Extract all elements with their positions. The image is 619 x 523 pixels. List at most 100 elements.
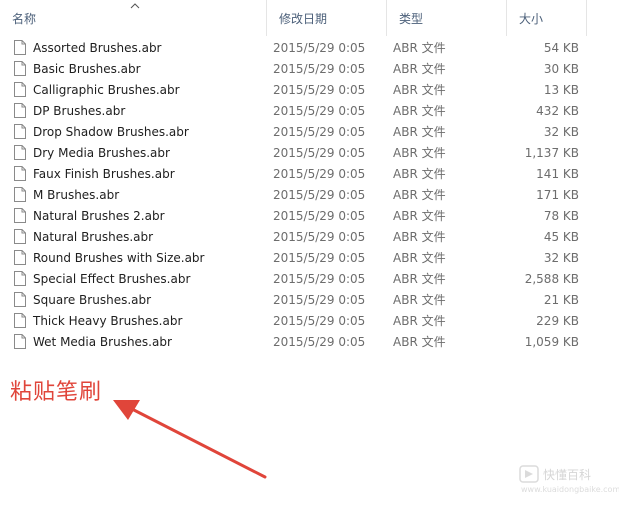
file-icon bbox=[14, 61, 26, 76]
file-row[interactable]: Natural Brushes 2.abr 2015/5/29 0:05 ABR 文… bbox=[0, 206, 590, 227]
arrowhead bbox=[113, 400, 140, 420]
column-header-type[interactable]: 类型 bbox=[386, 0, 506, 36]
file-size: 45 KB bbox=[543, 230, 579, 244]
file-size: 229 KB bbox=[536, 314, 579, 328]
file-type: ABR 文件 bbox=[393, 293, 446, 307]
file-row[interactable]: Basic Brushes.abr 2015/5/29 0:05 ABR 文件 30 … bbox=[0, 59, 590, 80]
file-name: Wet Media Brushes.abr bbox=[33, 335, 172, 349]
file-name: Assorted Brushes.abr bbox=[33, 41, 162, 55]
column-header-date[interactable]: 修改日期 bbox=[266, 0, 386, 36]
file-size: 32 KB bbox=[543, 251, 579, 265]
file-icon bbox=[14, 187, 26, 202]
file-size: 2,588 KB bbox=[524, 272, 579, 286]
file-name: Calligraphic Brushes.abr bbox=[33, 83, 180, 97]
file-name: Natural Brushes.abr bbox=[33, 230, 154, 244]
file-name: Basic Brushes.abr bbox=[33, 62, 141, 76]
file-date: 2015/5/29 0:05 bbox=[273, 83, 366, 97]
file-icon bbox=[14, 334, 26, 349]
file-type: ABR 文件 bbox=[393, 188, 446, 202]
file-type: ABR 文件 bbox=[393, 314, 446, 328]
file-type: ABR 文件 bbox=[393, 272, 446, 286]
file-name: DP Brushes.abr bbox=[33, 104, 126, 118]
file-date: 2015/5/29 0:05 bbox=[273, 41, 366, 55]
file-type: ABR 文件 bbox=[393, 335, 446, 349]
column-header-divider[interactable] bbox=[586, 0, 587, 36]
file-date: 2015/5/29 0:05 bbox=[273, 104, 366, 118]
file-type: ABR 文件 bbox=[393, 104, 446, 118]
file-type: ABR 文件 bbox=[393, 167, 446, 181]
file-row[interactable]: Drop Shadow Brushes.abr 2015/5/29 0:05 ABR… bbox=[0, 122, 590, 143]
file-row[interactable]: DP Brushes.abr 2015/5/29 0:05 ABR 文件 432 KB bbox=[0, 101, 590, 122]
file-size: 21 KB bbox=[543, 293, 579, 307]
file-type: ABR 文件 bbox=[393, 41, 446, 55]
file-type: ABR 文件 bbox=[393, 209, 446, 223]
file-row[interactable]: Assorted Brushes.abr 2015/5/29 0:05 ABR 文件… bbox=[0, 38, 590, 59]
column-header-type-label: 类型 bbox=[399, 12, 424, 26]
file-row[interactable]: Thick Heavy Brushes.abr 2015/5/29 0:05 ABR… bbox=[0, 311, 590, 332]
arrow-shaft bbox=[128, 406, 267, 479]
file-date: 2015/5/29 0:05 bbox=[273, 167, 366, 181]
file-name: Round Brushes with Size.abr bbox=[33, 251, 205, 265]
file-name: Special Effect Brushes.abr bbox=[33, 272, 191, 286]
file-name: Natural Brushes 2.abr bbox=[33, 209, 165, 223]
file-date: 2015/5/29 0:05 bbox=[273, 293, 366, 307]
file-name: Square Brushes.abr bbox=[33, 293, 152, 307]
file-row[interactable]: Dry Media Brushes.abr 2015/5/29 0:05 ABR 文… bbox=[0, 143, 590, 164]
file-icon bbox=[14, 271, 26, 286]
file-icon bbox=[14, 40, 26, 55]
file-size: 1,059 KB bbox=[524, 335, 579, 349]
column-header-size-label: 大小 bbox=[519, 12, 544, 26]
file-type: ABR 文件 bbox=[393, 125, 446, 139]
file-icon bbox=[14, 292, 26, 307]
file-row[interactable]: Special Effect Brushes.abr 2015/5/29 0:05… bbox=[0, 269, 590, 290]
file-row[interactable]: Square Brushes.abr 2015/5/29 0:05 ABR 文件 21… bbox=[0, 290, 590, 311]
file-row[interactable]: Wet Media Brushes.abr 2015/5/29 0:05 ABR 文… bbox=[0, 332, 590, 353]
file-row[interactable]: Faux Finish Brushes.abr 2015/5/29 0:05 ABR… bbox=[0, 164, 590, 185]
file-size: 30 KB bbox=[543, 62, 579, 76]
file-name: M Brushes.abr bbox=[33, 188, 120, 202]
watermark: 快懂百科 www.kuaidongbaike.com bbox=[515, 463, 619, 501]
file-size: 141 KB bbox=[536, 167, 579, 181]
file-row[interactable]: Round Brushes with Size.abr 2015/5/29 0:0… bbox=[0, 248, 590, 269]
file-name: Drop Shadow Brushes.abr bbox=[33, 125, 189, 139]
watermark-logo-icon bbox=[519, 465, 539, 483]
file-type: ABR 文件 bbox=[393, 62, 446, 76]
file-icon bbox=[14, 208, 26, 223]
file-date: 2015/5/29 0:05 bbox=[273, 272, 366, 286]
file-type: ABR 文件 bbox=[393, 230, 446, 244]
file-icon bbox=[14, 124, 26, 139]
file-row[interactable]: Calligraphic Brushes.abr 2015/5/29 0:05 AB… bbox=[0, 80, 590, 101]
column-header-date-label: 修改日期 bbox=[279, 12, 328, 26]
file-date: 2015/5/29 0:05 bbox=[273, 335, 366, 349]
file-size: 171 KB bbox=[536, 188, 579, 202]
file-icon bbox=[14, 166, 26, 181]
file-type: ABR 文件 bbox=[393, 83, 446, 97]
file-date: 2015/5/29 0:05 bbox=[273, 251, 366, 265]
file-size: 54 KB bbox=[543, 41, 579, 55]
file-icon bbox=[14, 82, 26, 97]
file-row[interactable]: M Brushes.abr 2015/5/29 0:05 ABR 文件 171 KB bbox=[0, 185, 590, 206]
file-size: 32 KB bbox=[543, 125, 579, 139]
file-size: 1,137 KB bbox=[524, 146, 579, 160]
file-icon bbox=[14, 145, 26, 160]
file-date: 2015/5/29 0:05 bbox=[273, 125, 366, 139]
watermark-sub: www.kuaidongbaike.com bbox=[521, 485, 619, 494]
chevron-up-icon bbox=[130, 3, 140, 9]
file-date: 2015/5/29 0:05 bbox=[273, 62, 366, 76]
column-header-size[interactable]: 大小 bbox=[506, 0, 586, 36]
file-name: Faux Finish Brushes.abr bbox=[33, 167, 175, 181]
file-size: 13 KB bbox=[543, 83, 579, 97]
watermark-text: 快懂百科 bbox=[543, 468, 592, 482]
file-date: 2015/5/29 0:05 bbox=[273, 188, 366, 202]
annotation-text: 粘贴笔刷 bbox=[10, 380, 103, 405]
file-type: ABR 文件 bbox=[393, 146, 446, 160]
file-icon bbox=[14, 103, 26, 118]
file-icon bbox=[14, 229, 26, 244]
file-date: 2015/5/29 0:05 bbox=[273, 314, 366, 328]
file-row[interactable]: Natural Brushes.abr 2015/5/29 0:05 ABR 文件 4… bbox=[0, 227, 590, 248]
file-name: Dry Media Brushes.abr bbox=[33, 146, 170, 160]
file-name: Thick Heavy Brushes.abr bbox=[33, 314, 183, 328]
file-size: 78 KB bbox=[543, 209, 579, 223]
column-header-bar: 名称 修改日期 类型 大小 bbox=[0, 0, 590, 36]
file-type: ABR 文件 bbox=[393, 251, 446, 265]
